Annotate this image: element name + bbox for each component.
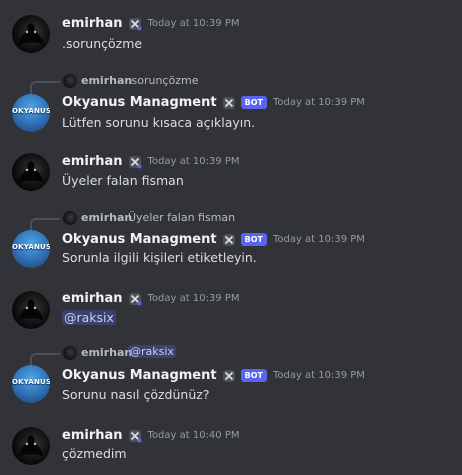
username[interactable]: Okyanus Managment — [62, 232, 217, 247]
reply-mention[interactable]: @raksix — [128, 345, 176, 358]
timestamp[interactable]: Today at 10:40 PM — [148, 430, 240, 441]
timestamp[interactable]: Today at 10:39 PM — [148, 293, 240, 304]
username[interactable]: emirhan — [62, 16, 123, 31]
reply-username[interactable]: emirhan — [81, 346, 132, 359]
reply-connector — [30, 81, 60, 95]
bot-badge: BOT — [240, 368, 267, 382]
reply-preview[interactable]: emirhan @raksix — [30, 345, 462, 367]
chat-message-list: emirhan Today at 10:39 PM .sorunçözme em… — [0, 0, 462, 475]
avatar-logo-text: OKYANUS — [12, 378, 50, 386]
bot-badge: BOT — [240, 95, 267, 109]
avatar[interactable]: OKYANUS — [12, 230, 50, 268]
crossed-hammers-icon — [128, 428, 142, 443]
timestamp[interactable]: Today at 10:39 PM — [273, 370, 365, 381]
reply-preview[interactable]: emirhan .sorunçözme — [30, 73, 462, 95]
message-item[interactable]: emirhan Üyeler falan fisman OKYANUS Okya… — [0, 210, 462, 272]
message-content: .sorunçözme — [62, 36, 143, 51]
avatar[interactable]: OKYANUS — [12, 94, 50, 132]
username[interactable]: emirhan — [62, 291, 123, 306]
avatar[interactable] — [12, 291, 50, 329]
message-item[interactable]: emirhan Today at 10:40 PM çözmedim — [0, 424, 462, 472]
crossed-hammers-icon — [128, 291, 142, 306]
avatar[interactable] — [12, 15, 50, 53]
message-content: Lütfen sorunu kısaca açıklayın. — [62, 115, 256, 130]
bot-badge: BOT — [240, 232, 267, 246]
crossed-hammers-icon — [222, 95, 236, 109]
avatar[interactable]: OKYANUS — [12, 365, 50, 403]
timestamp[interactable]: Today at 10:39 PM — [273, 234, 365, 245]
crossed-hammers-icon — [222, 368, 236, 382]
username[interactable]: emirhan — [62, 428, 123, 443]
reply-username[interactable]: emirhan — [81, 74, 132, 87]
message-item[interactable]: emirhan .sorunçözme OKYANUS Okyanus Mana… — [0, 73, 462, 135]
message-item[interactable]: emirhan @raksix OKYANUS Okyanus Managmen… — [0, 345, 462, 407]
reply-avatar — [63, 346, 77, 360]
crossed-hammers-icon — [222, 232, 236, 246]
avatar-logo-text: OKYANUS — [12, 243, 50, 251]
username[interactable]: Okyanus Managment — [62, 368, 217, 383]
crossed-hammers-icon — [128, 154, 142, 169]
message-content: Üyeler falan fisman — [62, 173, 184, 188]
message-content: Sorunla ilgili kişileri etiketleyin. — [62, 250, 257, 265]
timestamp[interactable]: Today at 10:39 PM — [273, 97, 365, 108]
avatar[interactable] — [12, 427, 50, 465]
message-item[interactable]: emirhan Today at 10:39 PM .sorunçözme — [0, 10, 462, 58]
message-content: çözmedim — [62, 446, 127, 461]
message-item[interactable]: emirhan Today at 10:39 PM @raksix — [0, 288, 462, 336]
crossed-hammers-icon — [128, 16, 142, 31]
avatar-logo-text: OKYANUS — [12, 107, 50, 115]
avatar[interactable] — [12, 153, 50, 191]
reply-text: Üyeler falan fisman — [128, 211, 236, 224]
username[interactable]: Okyanus Managment — [62, 95, 217, 110]
message-item[interactable]: emirhan Today at 10:39 PM Üyeler falan f… — [0, 150, 462, 198]
reply-preview[interactable]: emirhan Üyeler falan fisman — [30, 210, 462, 232]
timestamp[interactable]: Today at 10:39 PM — [148, 156, 240, 167]
message-content: Sorunu nasıl çözdünüz? — [62, 387, 210, 402]
reply-avatar — [63, 74, 77, 88]
reply-username[interactable]: emirhan — [81, 211, 132, 224]
reply-avatar — [63, 211, 77, 225]
username[interactable]: emirhan — [62, 154, 123, 169]
user-mention[interactable]: @raksix — [62, 310, 116, 325]
reply-text: .sorunçözme — [128, 74, 199, 87]
timestamp[interactable]: Today at 10:39 PM — [148, 18, 240, 29]
